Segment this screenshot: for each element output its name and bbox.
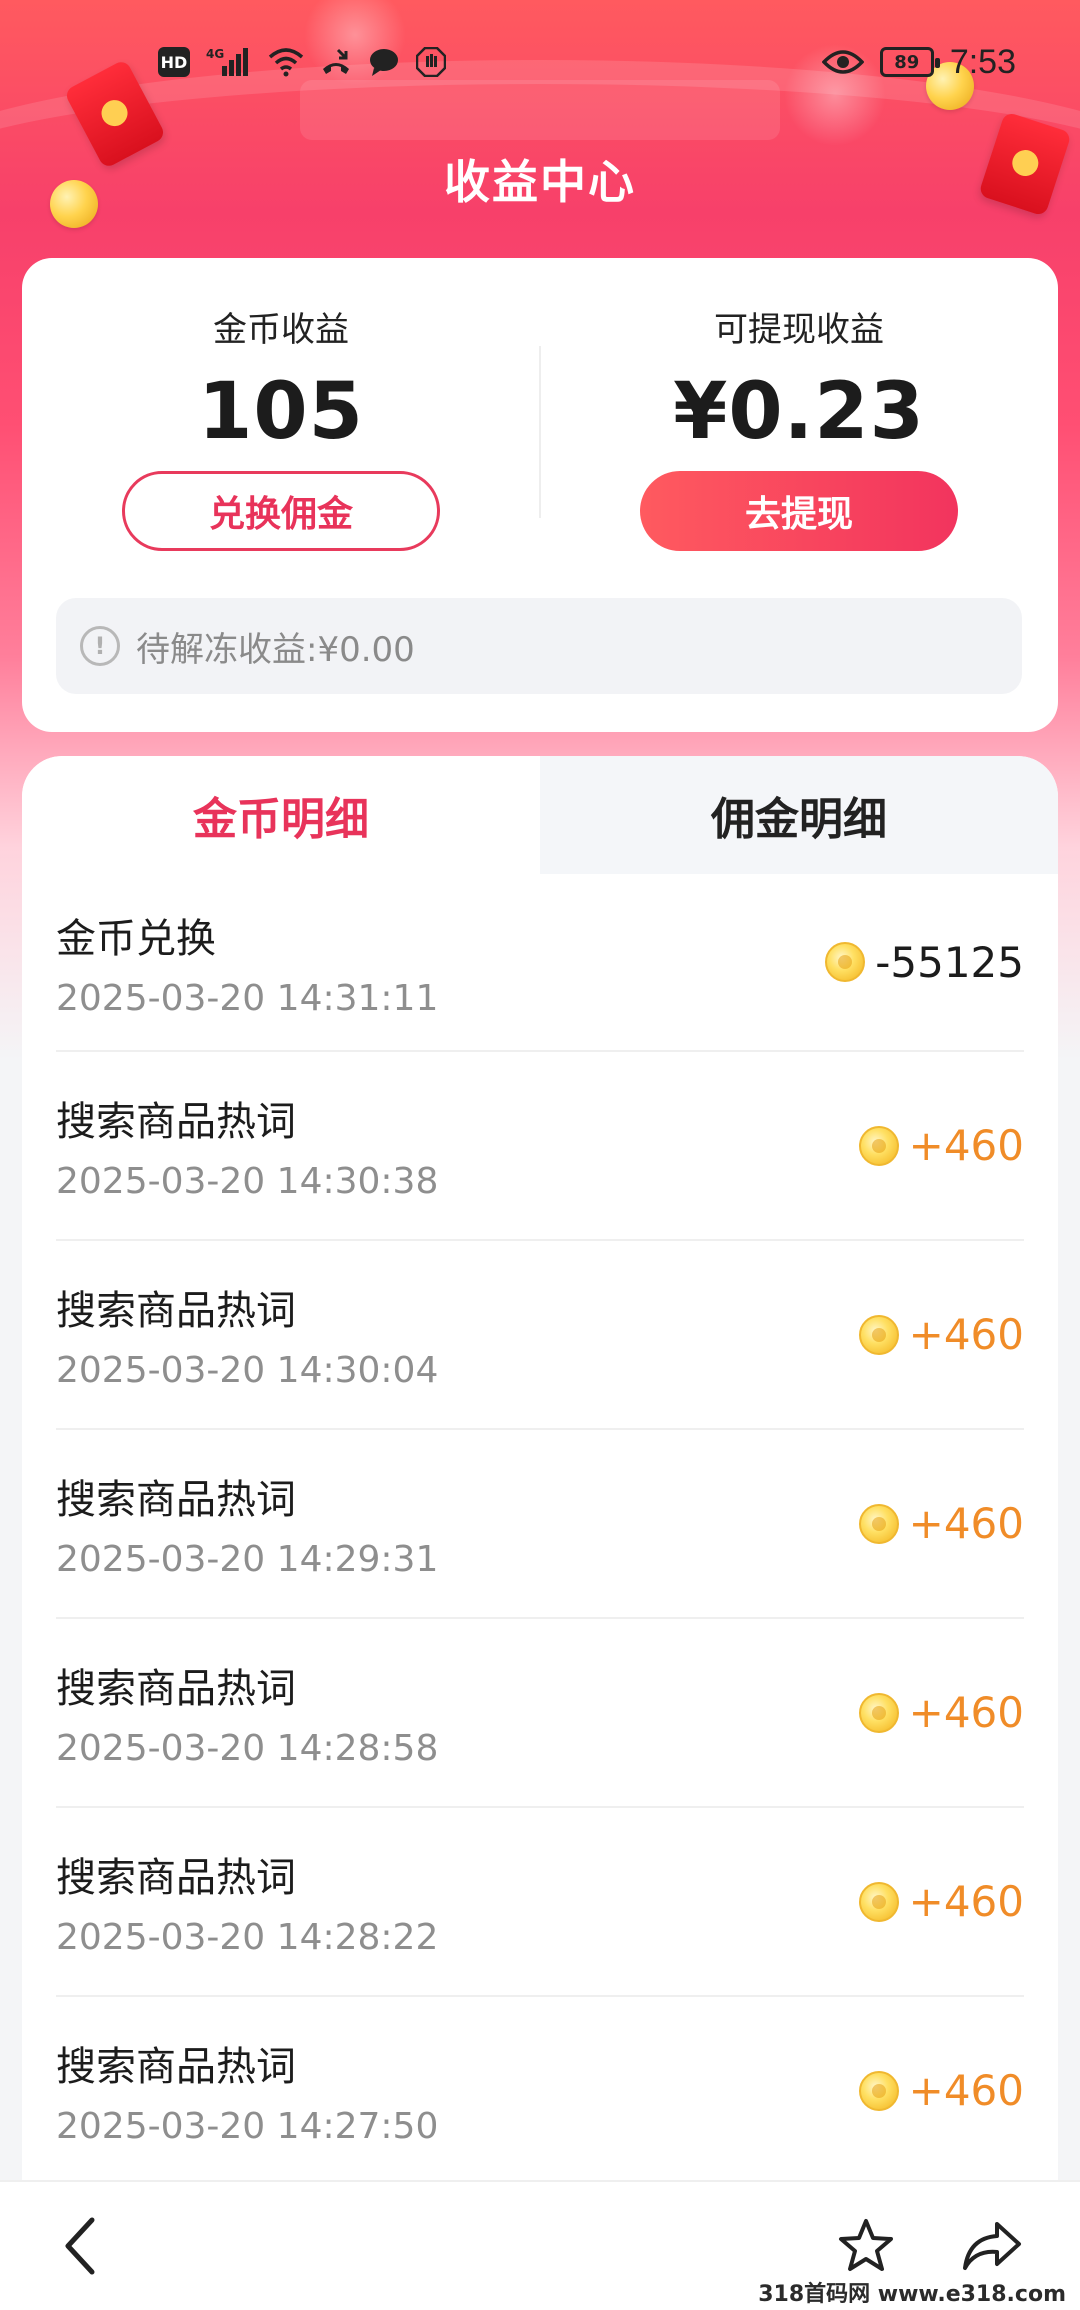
- coins-earnings-label: 金币收益: [213, 310, 349, 350]
- coin-icon: [858, 1692, 899, 1733]
- record-amount-group: +460: [858, 1688, 1024, 1737]
- share-icon: [963, 2222, 1021, 2270]
- signal-icon: 4G: [206, 46, 252, 78]
- record-amount: +460: [908, 1499, 1024, 1548]
- record-row[interactable]: 金币兑换 2025-03-20 14:31:11 -55125: [56, 874, 1024, 1052]
- withdrawable-earnings-value: ¥0.23: [673, 367, 925, 457]
- record-info: 搜索商品热词 2025-03-20 14:30:38: [56, 1089, 438, 1202]
- chevron-left-icon: [65, 2217, 95, 2275]
- coin-icon: [858, 1125, 899, 1166]
- network-type-label: 4G: [206, 47, 224, 61]
- favorite-button[interactable]: [834, 2214, 898, 2278]
- eye-icon: [821, 48, 864, 76]
- record-title: 搜索商品热词: [56, 1288, 296, 1334]
- earnings-card: 金币收益 105 兑换佣金 可提现收益 ¥0.23 去提现 ! 待解冻收益:¥0…: [22, 258, 1058, 732]
- info-icon: !: [80, 626, 120, 666]
- withdrawable-earnings-column: 可提现收益 ¥0.23 去提现: [540, 258, 1058, 551]
- record-amount: +460: [908, 2066, 1024, 2115]
- record-title: 搜索商品热词: [56, 2044, 296, 2090]
- record-title: 搜索商品热词: [56, 1099, 296, 1145]
- record-time: 2025-03-20 14:30:38: [56, 1161, 439, 1202]
- star-icon: [839, 2219, 893, 2271]
- hd-icon: HD: [158, 47, 190, 77]
- record-info: 搜索商品热词 2025-03-20 14:29:31: [56, 1467, 438, 1580]
- record-title: 搜索商品热词: [56, 1855, 296, 1901]
- exchange-commission-button[interactable]: 兑换佣金: [122, 471, 440, 551]
- record-time: 2025-03-20 14:28:22: [56, 1917, 439, 1958]
- details-tabs: 金币明细 佣金明细: [22, 756, 1058, 874]
- withdrawable-earnings-label: 可提现收益: [714, 310, 884, 350]
- withdraw-button[interactable]: 去提现: [640, 471, 958, 551]
- record-info: 搜索商品热词 2025-03-20 14:30:04: [56, 1278, 438, 1391]
- record-amount-group: -55125: [825, 938, 1024, 987]
- record-info: 搜索商品热词 2025-03-20 14:27:50: [56, 2034, 438, 2147]
- record-amount-group: +460: [858, 1121, 1024, 1170]
- tab-coin-details[interactable]: 金币明细: [22, 756, 540, 874]
- clock: 7:53: [949, 42, 1016, 81]
- record-row[interactable]: 搜索商品热词 2025-03-20 14:30:38 +460: [56, 1052, 1024, 1241]
- battery-icon: 89: [879, 47, 940, 77]
- record-amount-group: +460: [858, 2066, 1024, 2115]
- record-title: 金币兑换: [56, 915, 216, 962]
- coin-icon: [858, 1314, 899, 1355]
- frozen-earnings-text: 待解冻收益:¥0.00: [136, 629, 415, 670]
- back-button[interactable]: [48, 2214, 112, 2278]
- record-amount: +460: [908, 1310, 1024, 1359]
- record-title: 搜索商品热词: [56, 1666, 296, 1712]
- coin-icon: [858, 1503, 899, 1544]
- coin-icon: [858, 2070, 899, 2111]
- message-icon: [368, 47, 400, 77]
- hand-icon: [416, 47, 446, 77]
- watermark: 318首码网 www.e318.com: [758, 2282, 1066, 2307]
- record-info: 金币兑换 2025-03-20 14:31:11: [56, 906, 438, 1019]
- record-amount: +460: [908, 1121, 1024, 1170]
- record-time: 2025-03-20 14:27:50: [56, 2106, 439, 2147]
- record-amount-group: +460: [858, 1877, 1024, 1926]
- record-amount-group: +460: [858, 1310, 1024, 1359]
- coins-earnings-value: 105: [198, 367, 364, 457]
- record-time: 2025-03-20 14:28:58: [56, 1728, 439, 1769]
- status-bar: HD 4G 89 7:53: [0, 30, 1080, 94]
- record-title: 搜索商品热词: [56, 1477, 296, 1523]
- record-amount-group: +460: [858, 1499, 1024, 1548]
- details-card: 金币明细 佣金明细 金币兑换 2025-03-20 14:31:11 -5512…: [22, 756, 1058, 2180]
- page-title: 收益中心: [444, 155, 636, 209]
- status-left-icons: HD 4G: [158, 46, 446, 78]
- coin-records-list: 金币兑换 2025-03-20 14:31:11 -55125 搜索商品热词 2…: [22, 874, 1058, 2180]
- coin-icon: [858, 1881, 899, 1922]
- record-amount: +460: [908, 1877, 1024, 1926]
- record-row[interactable]: 搜索商品热词 2025-03-20 14:30:04 +460: [56, 1241, 1024, 1430]
- share-button[interactable]: [960, 2214, 1024, 2278]
- record-amount: +460: [908, 1688, 1024, 1737]
- record-row[interactable]: 搜索商品热词 2025-03-20 14:28:22 +460: [56, 1808, 1024, 1997]
- record-row[interactable]: 搜索商品热词 2025-03-20 14:27:50 +460: [56, 1997, 1024, 2180]
- record-time: 2025-03-20 14:30:04: [56, 1350, 439, 1391]
- status-right-icons: 89 7:53: [821, 42, 1016, 82]
- record-info: 搜索商品热词 2025-03-20 14:28:22: [56, 1845, 438, 1958]
- wifi-icon: [268, 47, 304, 77]
- record-time: 2025-03-20 14:31:11: [56, 977, 439, 1019]
- coins-earnings-column: 金币收益 105 兑换佣金: [22, 258, 540, 551]
- tab-commission-details[interactable]: 佣金明细: [540, 756, 1058, 874]
- record-info: 搜索商品热词 2025-03-20 14:28:58: [56, 1656, 438, 1769]
- frozen-earnings-notice: ! 待解冻收益:¥0.00: [56, 598, 1022, 694]
- coin-icon: [825, 942, 866, 982]
- record-row[interactable]: 搜索商品热词 2025-03-20 14:28:58 +460: [56, 1619, 1024, 1808]
- record-time: 2025-03-20 14:29:31: [56, 1539, 439, 1580]
- record-amount: -55125: [875, 937, 1024, 987]
- record-row[interactable]: 搜索商品热词 2025-03-20 14:29:31 +460: [56, 1430, 1024, 1619]
- missed-call-icon: [320, 47, 352, 77]
